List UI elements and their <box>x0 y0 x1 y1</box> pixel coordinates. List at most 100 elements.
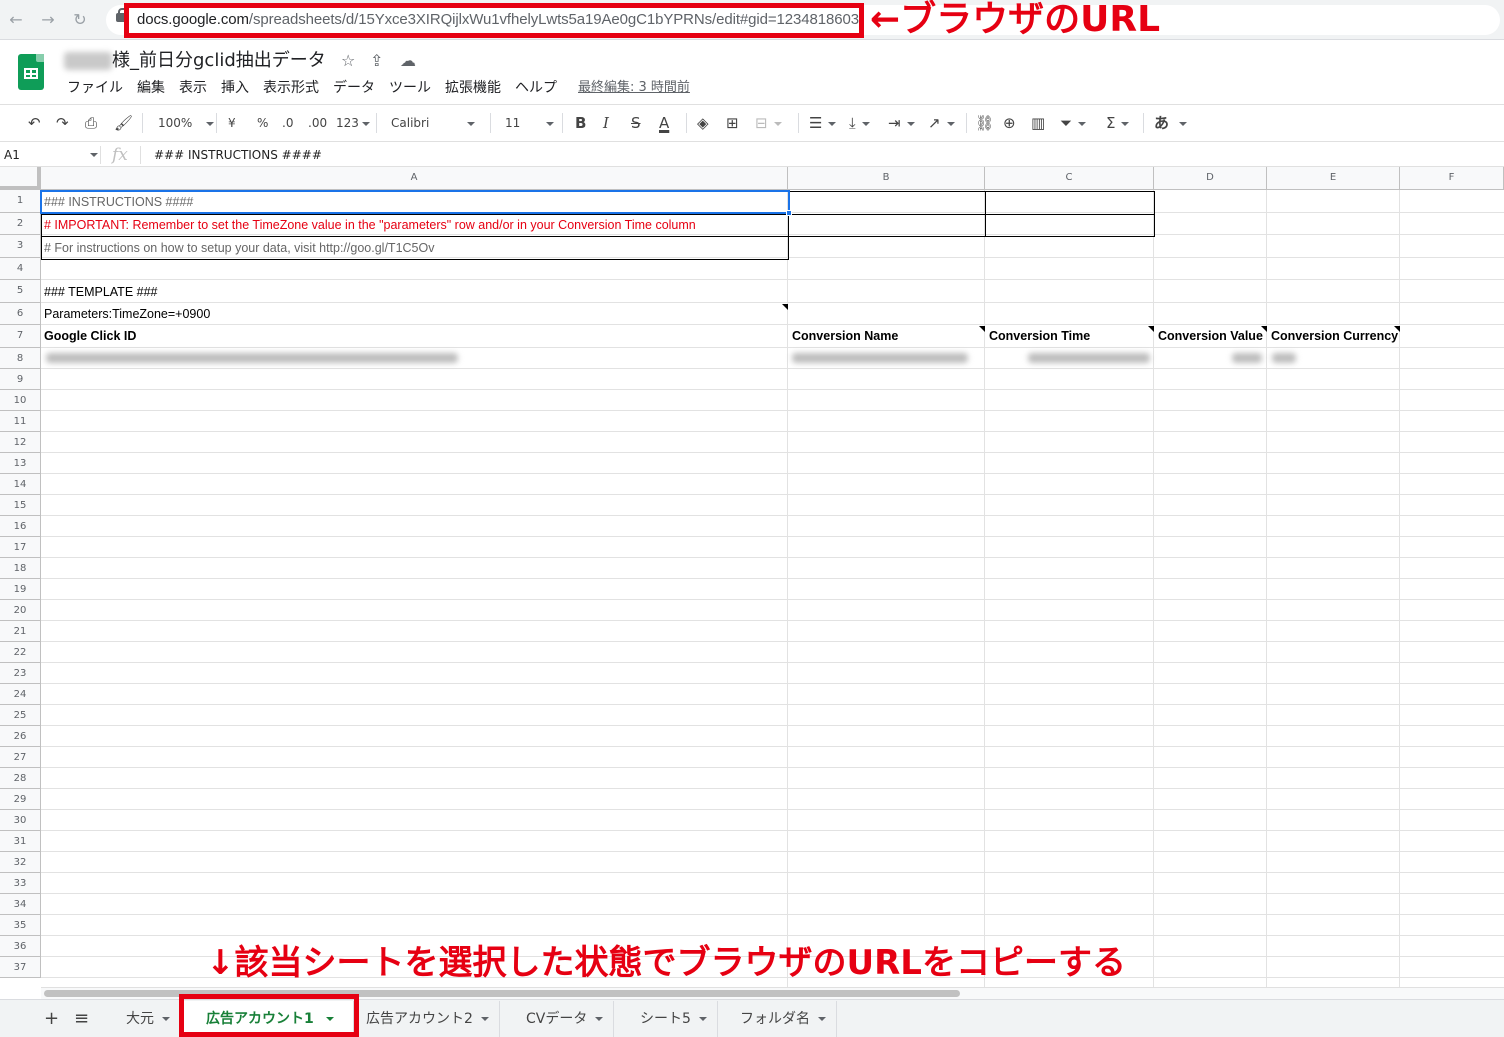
row-header-11[interactable]: 11 <box>0 410 41 432</box>
note-indicator-a6[interactable] <box>782 304 788 310</box>
back-icon[interactable]: ← <box>6 10 26 30</box>
row-header-17[interactable]: 17 <box>0 536 41 558</box>
column-header-c[interactable]: C <box>985 167 1154 190</box>
formula-input[interactable]: ### INSTRUCTIONS #### <box>154 147 322 163</box>
column-header-b[interactable]: B <box>788 167 985 190</box>
note-indicator-d7[interactable] <box>1261 326 1267 332</box>
add-sheet-button[interactable]: + <box>44 1009 59 1029</box>
row-header-18[interactable]: 18 <box>0 557 41 579</box>
row-header-35[interactable]: 35 <box>0 914 41 936</box>
cell-a6[interactable]: Parameters:TimeZone=+0900 <box>44 304 210 324</box>
sheets-logo-icon[interactable] <box>18 54 44 90</box>
font-select[interactable]: Calibri <box>391 113 476 133</box>
merge-cells-icon[interactable]: ⊟ <box>755 113 782 133</box>
row-header-31[interactable]: 31 <box>0 830 41 852</box>
row-header-27[interactable]: 27 <box>0 746 41 768</box>
row-header-21[interactable]: 21 <box>0 620 41 642</box>
cell-a3[interactable]: # For instructions on how to setup your … <box>44 238 434 258</box>
menu-tools[interactable]: ツール <box>382 78 438 98</box>
sheet-tab-0[interactable]: 大元 <box>116 1001 181 1037</box>
row-header-23[interactable]: 23 <box>0 662 41 684</box>
row-header-15[interactable]: 15 <box>0 494 41 516</box>
cell-c7[interactable]: Conversion Time <box>989 326 1090 346</box>
row-header-16[interactable]: 16 <box>0 515 41 537</box>
row-header-13[interactable]: 13 <box>0 452 41 474</box>
menu-view[interactable]: 表示 <box>172 78 214 98</box>
sheet-tab-4[interactable]: シート5 <box>630 1001 718 1037</box>
menu-extensions[interactable]: 拡張機能 <box>438 78 508 98</box>
row-header-20[interactable]: 20 <box>0 599 41 621</box>
row-header-19[interactable]: 19 <box>0 578 41 600</box>
cell-d7[interactable]: Conversion Value <box>1158 326 1263 346</box>
note-indicator-e7[interactable] <box>1394 326 1400 332</box>
row-header-1[interactable]: 1 <box>0 190 41 213</box>
all-sheets-button[interactable]: ≡ <box>74 1009 89 1029</box>
sheet-tab-2[interactable]: 広告アカウント2 <box>356 1001 500 1037</box>
decrease-decimal-button[interactable]: .0 <box>282 113 293 133</box>
row-header-30[interactable]: 30 <box>0 809 41 831</box>
cell-a2[interactable]: # IMPORTANT: Remember to set the TimeZon… <box>44 215 696 235</box>
row-header-37[interactable]: 37 <box>0 956 41 978</box>
font-size-select[interactable]: 11 <box>505 113 555 133</box>
column-header-f[interactable]: F <box>1400 167 1504 190</box>
borders-icon[interactable]: ⊞ <box>726 113 739 133</box>
row-header-5[interactable]: 5 <box>0 280 41 303</box>
strikethrough-button[interactable]: S <box>631 113 641 133</box>
text-color-button[interactable]: A <box>659 113 669 133</box>
input-tools-button[interactable]: あ <box>1154 113 1188 133</box>
insert-link-icon[interactable]: ⛓ <box>975 113 994 133</box>
row-header-28[interactable]: 28 <box>0 767 41 789</box>
insert-chart-icon[interactable]: ▥ <box>1031 113 1045 133</box>
increase-decimal-button[interactable]: .00 <box>308 113 327 133</box>
currency-button[interactable]: ¥ <box>228 113 236 133</box>
menu-data[interactable]: データ <box>326 78 382 98</box>
menu-edit[interactable]: 編集 <box>130 78 172 98</box>
document-title[interactable]: 様_前日分gclid抽出データ <box>112 50 326 72</box>
row-header-24[interactable]: 24 <box>0 683 41 705</box>
vertical-align-icon[interactable]: ⤓ <box>849 113 870 133</box>
row-header-25[interactable]: 25 <box>0 704 41 726</box>
undo-icon[interactable]: ↶ <box>28 113 41 133</box>
last-edit-link[interactable]: 最終編集: 3 時間前 <box>578 78 690 98</box>
row-header-10[interactable]: 10 <box>0 389 41 411</box>
row-header-29[interactable]: 29 <box>0 788 41 810</box>
select-all-corner[interactable] <box>0 167 41 190</box>
move-to-drive-icon[interactable]: ⇪ <box>370 50 383 72</box>
fill-color-icon[interactable]: ◈ <box>697 113 709 133</box>
row-header-26[interactable]: 26 <box>0 725 41 747</box>
row-header-2[interactable]: 2 <box>0 212 41 235</box>
name-box-dropdown-icon[interactable] <box>90 153 98 157</box>
cell-a5[interactable]: ### TEMPLATE ### <box>44 282 158 302</box>
text-rotation-icon[interactable]: ↗ <box>928 113 955 133</box>
menu-insert[interactable]: 挿入 <box>214 78 256 98</box>
text-wrapping-icon[interactable]: ⇥ <box>888 113 915 133</box>
row-header-3[interactable]: 3 <box>0 235 41 258</box>
percent-button[interactable]: % <box>257 113 268 133</box>
cell-b7[interactable]: Conversion Name <box>792 326 898 346</box>
column-header-a[interactable]: A <box>41 167 788 190</box>
bold-button[interactable]: B <box>575 113 586 133</box>
sheet-tab-3[interactable]: CVデータ <box>516 1001 615 1037</box>
menu-format[interactable]: 表示形式 <box>256 78 326 98</box>
menu-help[interactable]: ヘルプ <box>508 78 564 98</box>
cloud-saved-icon[interactable]: ☁ <box>400 50 416 72</box>
menu-file[interactable]: ファイル <box>60 78 130 98</box>
more-formats-select[interactable]: 123 <box>336 113 370 133</box>
fill-handle[interactable] <box>786 210 792 216</box>
cell-e7[interactable]: Conversion Currency <box>1271 326 1398 346</box>
row-header-33[interactable]: 33 <box>0 872 41 894</box>
italic-button[interactable]: I <box>603 113 609 133</box>
column-header-d[interactable]: D <box>1154 167 1267 190</box>
cell-a7[interactable]: Google Click ID <box>44 326 136 346</box>
row-header-14[interactable]: 14 <box>0 473 41 495</box>
row-header-4[interactable]: 4 <box>0 257 41 280</box>
row-header-6[interactable]: 6 <box>0 302 41 325</box>
star-icon[interactable]: ☆ <box>341 50 355 72</box>
row-header-7[interactable]: 7 <box>0 325 41 348</box>
row-header-8[interactable]: 8 <box>0 347 41 369</box>
horizontal-align-icon[interactable]: ☰ <box>809 113 837 133</box>
filter-icon[interactable]: ⏷ <box>1060 113 1087 133</box>
forward-icon[interactable]: → <box>38 10 58 30</box>
name-box[interactable]: A1 <box>4 146 20 164</box>
note-indicator-b7[interactable] <box>979 326 985 332</box>
